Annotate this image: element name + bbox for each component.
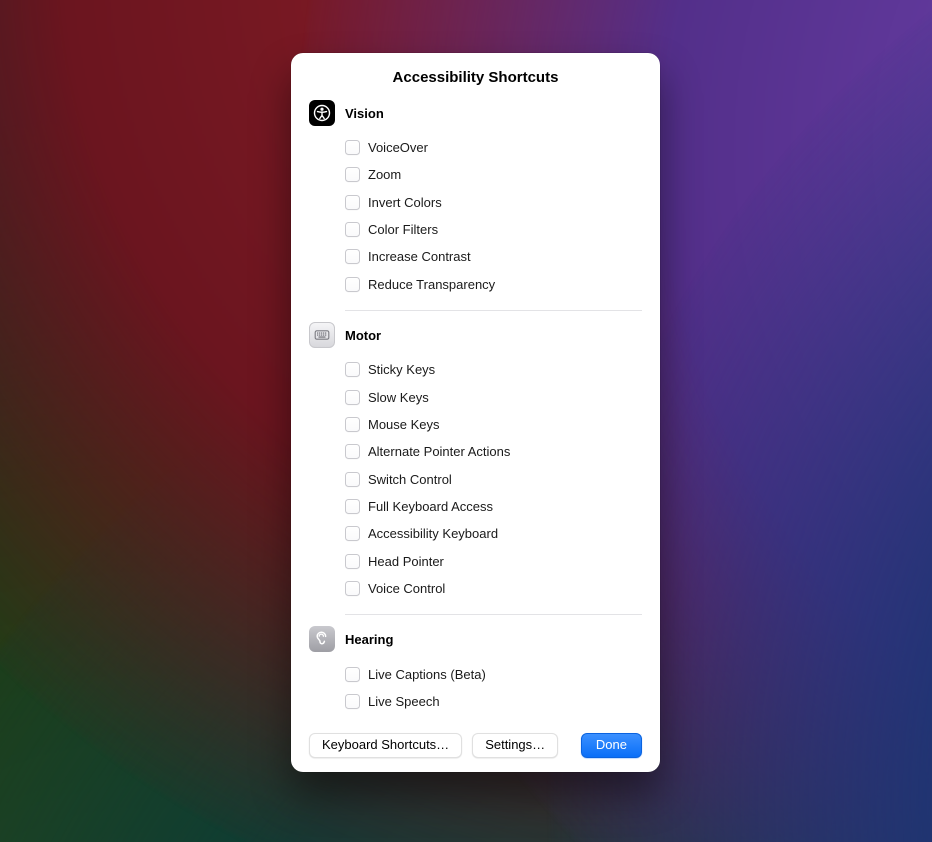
section-items-vision: VoiceOver Zoom Invert Colors Color Filte…: [309, 134, 642, 298]
section-items-hearing: Live Captions (Beta) Live Speech: [309, 660, 642, 715]
item-label: Slow Keys: [368, 390, 429, 405]
item-live-speech: Live Speech: [345, 688, 642, 715]
ear-icon: [309, 626, 335, 652]
item-label: Invert Colors: [368, 195, 442, 210]
checkbox-zoom[interactable]: [345, 167, 360, 182]
item-alternate-pointer-actions: Alternate Pointer Actions: [345, 438, 642, 465]
section-hearing: Hearing Live Captions (Beta) Live Speech: [309, 626, 642, 715]
accessibility-shortcuts-panel: Accessibility Shortcuts Vision VoiceOver…: [291, 53, 660, 772]
section-head-hearing: Hearing: [309, 626, 642, 652]
panel-title: Accessibility Shortcuts: [309, 69, 642, 86]
item-label: Live Speech: [368, 694, 440, 709]
item-head-pointer: Head Pointer: [345, 547, 642, 574]
divider: [345, 614, 642, 615]
section-head-vision: Vision: [309, 100, 642, 126]
section-head-motor: Motor: [309, 322, 642, 348]
section-motor: Motor Sticky Keys Slow Keys Mouse Keys A…: [309, 322, 642, 602]
item-color-filters: Color Filters: [345, 216, 642, 243]
checkbox-sticky-keys[interactable]: [345, 362, 360, 377]
item-label: Reduce Transparency: [368, 277, 495, 292]
keyboard-shortcuts-button[interactable]: Keyboard Shortcuts…: [309, 733, 462, 758]
item-label: Accessibility Keyboard: [368, 526, 498, 541]
item-voiceover: VoiceOver: [345, 134, 642, 161]
checkbox-head-pointer[interactable]: [345, 554, 360, 569]
section-vision: Vision VoiceOver Zoom Invert Colors Colo…: [309, 100, 642, 298]
checkbox-full-keyboard-access[interactable]: [345, 499, 360, 514]
item-label: VoiceOver: [368, 140, 428, 155]
item-slow-keys: Slow Keys: [345, 384, 642, 411]
checkbox-alternate-pointer-actions[interactable]: [345, 444, 360, 459]
item-label: Voice Control: [368, 581, 445, 596]
checkbox-increase-contrast[interactable]: [345, 249, 360, 264]
checkbox-live-captions[interactable]: [345, 667, 360, 682]
item-voice-control: Voice Control: [345, 575, 642, 602]
item-accessibility-keyboard: Accessibility Keyboard: [345, 520, 642, 547]
checkbox-live-speech[interactable]: [345, 694, 360, 709]
panel-footer: Keyboard Shortcuts… Settings… Done: [309, 733, 642, 758]
item-label: Live Captions (Beta): [368, 667, 486, 682]
divider: [345, 310, 642, 311]
item-zoom: Zoom: [345, 161, 642, 188]
accessibility-icon: [309, 100, 335, 126]
checkbox-voice-control[interactable]: [345, 581, 360, 596]
section-title: Hearing: [345, 632, 393, 647]
checkbox-invert-colors[interactable]: [345, 195, 360, 210]
section-title: Vision: [345, 106, 384, 121]
item-reduce-transparency: Reduce Transparency: [345, 270, 642, 297]
section-title: Motor: [345, 328, 381, 343]
done-button[interactable]: Done: [581, 733, 642, 758]
item-label: Zoom: [368, 167, 401, 182]
item-invert-colors: Invert Colors: [345, 189, 642, 216]
item-label: Increase Contrast: [368, 249, 471, 264]
item-sticky-keys: Sticky Keys: [345, 356, 642, 383]
item-switch-control: Switch Control: [345, 465, 642, 492]
item-label: Switch Control: [368, 472, 452, 487]
checkbox-voiceover[interactable]: [345, 140, 360, 155]
item-live-captions: Live Captions (Beta): [345, 660, 642, 687]
section-items-motor: Sticky Keys Slow Keys Mouse Keys Alterna…: [309, 356, 642, 602]
item-label: Full Keyboard Access: [368, 499, 493, 514]
item-full-keyboard-access: Full Keyboard Access: [345, 493, 642, 520]
keyboard-icon: [309, 322, 335, 348]
checkbox-accessibility-keyboard[interactable]: [345, 526, 360, 541]
checkbox-slow-keys[interactable]: [345, 390, 360, 405]
item-label: Head Pointer: [368, 554, 444, 569]
item-label: Sticky Keys: [368, 362, 435, 377]
checkbox-mouse-keys[interactable]: [345, 417, 360, 432]
checkbox-switch-control[interactable]: [345, 472, 360, 487]
item-label: Alternate Pointer Actions: [368, 444, 510, 459]
checkbox-color-filters[interactable]: [345, 222, 360, 237]
item-label: Mouse Keys: [368, 417, 440, 432]
settings-button[interactable]: Settings…: [472, 733, 558, 758]
item-increase-contrast: Increase Contrast: [345, 243, 642, 270]
item-mouse-keys: Mouse Keys: [345, 411, 642, 438]
item-label: Color Filters: [368, 222, 438, 237]
checkbox-reduce-transparency[interactable]: [345, 277, 360, 292]
